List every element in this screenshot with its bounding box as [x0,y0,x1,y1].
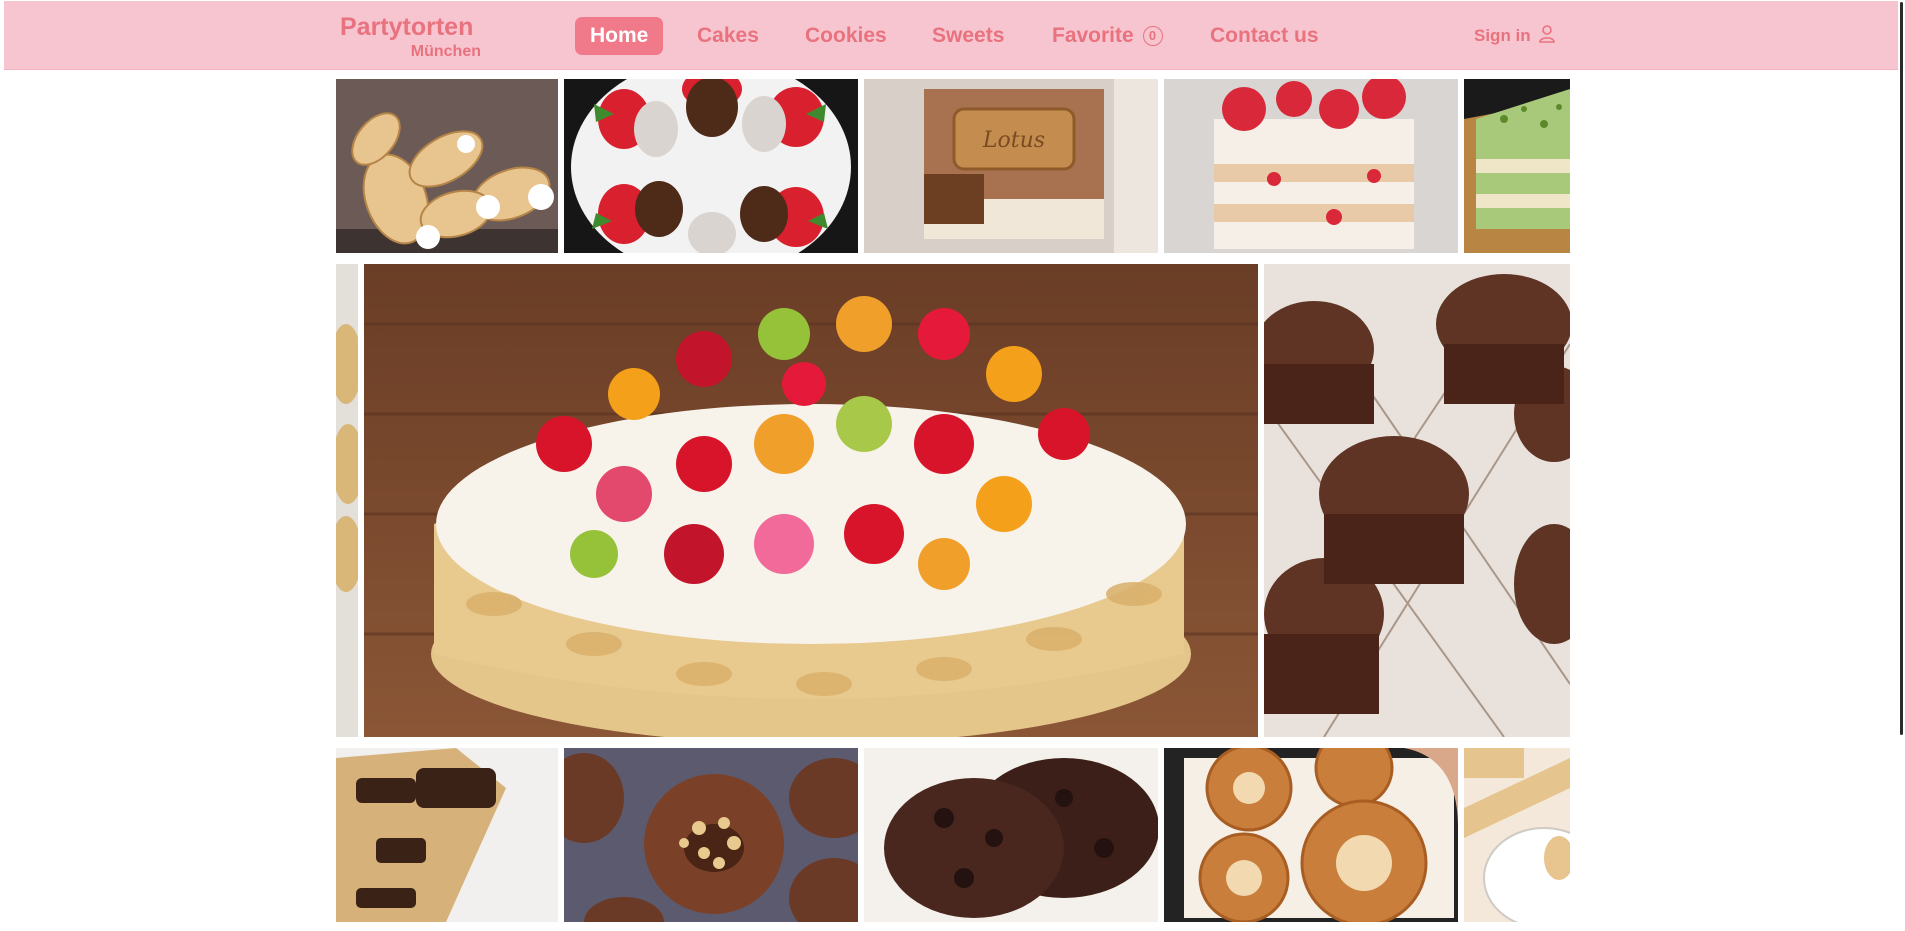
fruit-cake-hero-photo[interactable] [364,264,1258,737]
page-scrollbar-thumb[interactable] [1900,2,1903,735]
svg-text:Lotus: Lotus [982,128,1045,153]
nav-home[interactable]: Home [575,17,664,55]
nav-favorite[interactable]: Favorite 0 [1052,17,1163,55]
strawberry-cake-photo[interactable] [1164,79,1458,253]
brand-city: München [410,43,481,60]
brand-name: Partytorten [340,13,474,41]
sign-in-label: Sign in [1474,26,1531,45]
favorite-count-badge: 0 [1142,26,1163,46]
nav-contact[interactable]: Contact us [1210,17,1319,55]
user-icon [1539,25,1556,43]
double-chocolate-cookies-photo[interactable] [864,748,1158,922]
nav-cakes[interactable]: Cakes [697,17,759,55]
chocolate-strawberries-photo[interactable] [564,79,858,253]
chocolate-muffins-photo[interactable] [1264,264,1570,737]
previous-slide-sliver[interactable] [336,264,358,737]
hazelnut-cookies-photo[interactable] [564,748,858,922]
nav-cookies[interactable]: Cookies [805,17,887,55]
cream-horns-photo[interactable] [336,79,558,253]
brand-logo[interactable]: Partytorten München [336,13,481,63]
sesame-pastries-photo[interactable] [1164,748,1458,922]
nav-sweets[interactable]: Sweets [932,17,1004,55]
matcha-cake-photo[interactable] [1464,79,1570,253]
lotus-tiramisu-photo[interactable]: Lotus [864,79,1158,253]
chocolate-chunk-cookie-photo[interactable] [336,748,558,922]
sign-in-link[interactable]: Sign in [1474,21,1556,51]
cream-cake-photo[interactable] [1464,748,1570,922]
top-navbar: Partytorten München Home Cakes Cookies S… [4,1,1898,70]
nav-favorite-label: Favorite [1052,24,1134,47]
